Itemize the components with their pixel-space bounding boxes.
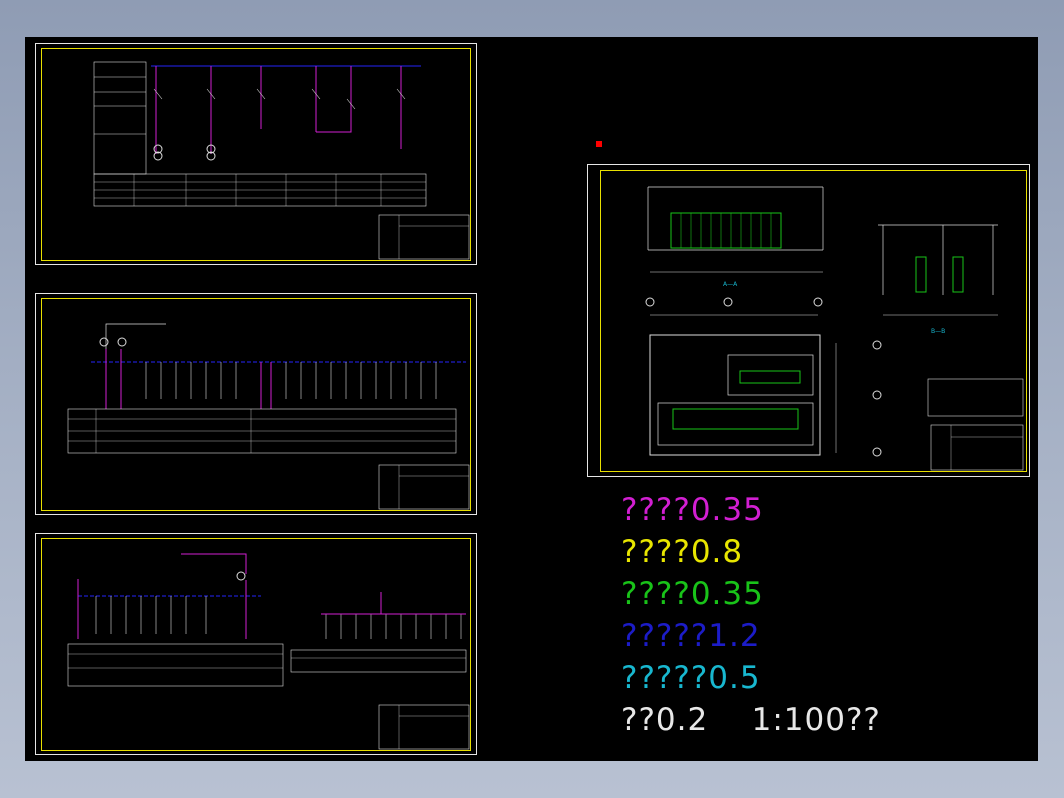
single-line-diagram-2 (67, 323, 470, 510)
single-line-diagram-3 (67, 553, 470, 750)
legend-line-1: ????0.35 (621, 492, 764, 528)
legend-line-2: ????0.8 (621, 534, 744, 570)
sheet-single-line-2[interactable] (35, 293, 477, 515)
drawing-canvas[interactable]: A—A B—B ????0.35 ????0.8 ????0.35 ?????1… (25, 37, 1038, 761)
sheet-single-line-3[interactable] (35, 533, 477, 755)
legend-line-6: ??0.2 1:100?? (621, 702, 881, 738)
layout-plan-drawing: A—A B—B (645, 186, 1024, 471)
sheet-single-line-1[interactable] (35, 43, 477, 265)
sheet-layout-plan[interactable]: A—A B—B (587, 164, 1030, 477)
section-a-label: A—A (723, 281, 738, 288)
single-line-diagram-1 (93, 61, 470, 260)
legend-line-3: ????0.35 (621, 576, 764, 612)
section-b-label: B—B (931, 328, 945, 335)
legend-line-4: ?????1.2 (621, 618, 761, 654)
red-marker (596, 141, 602, 147)
legend-line-5: ?????0.5 (621, 660, 761, 696)
